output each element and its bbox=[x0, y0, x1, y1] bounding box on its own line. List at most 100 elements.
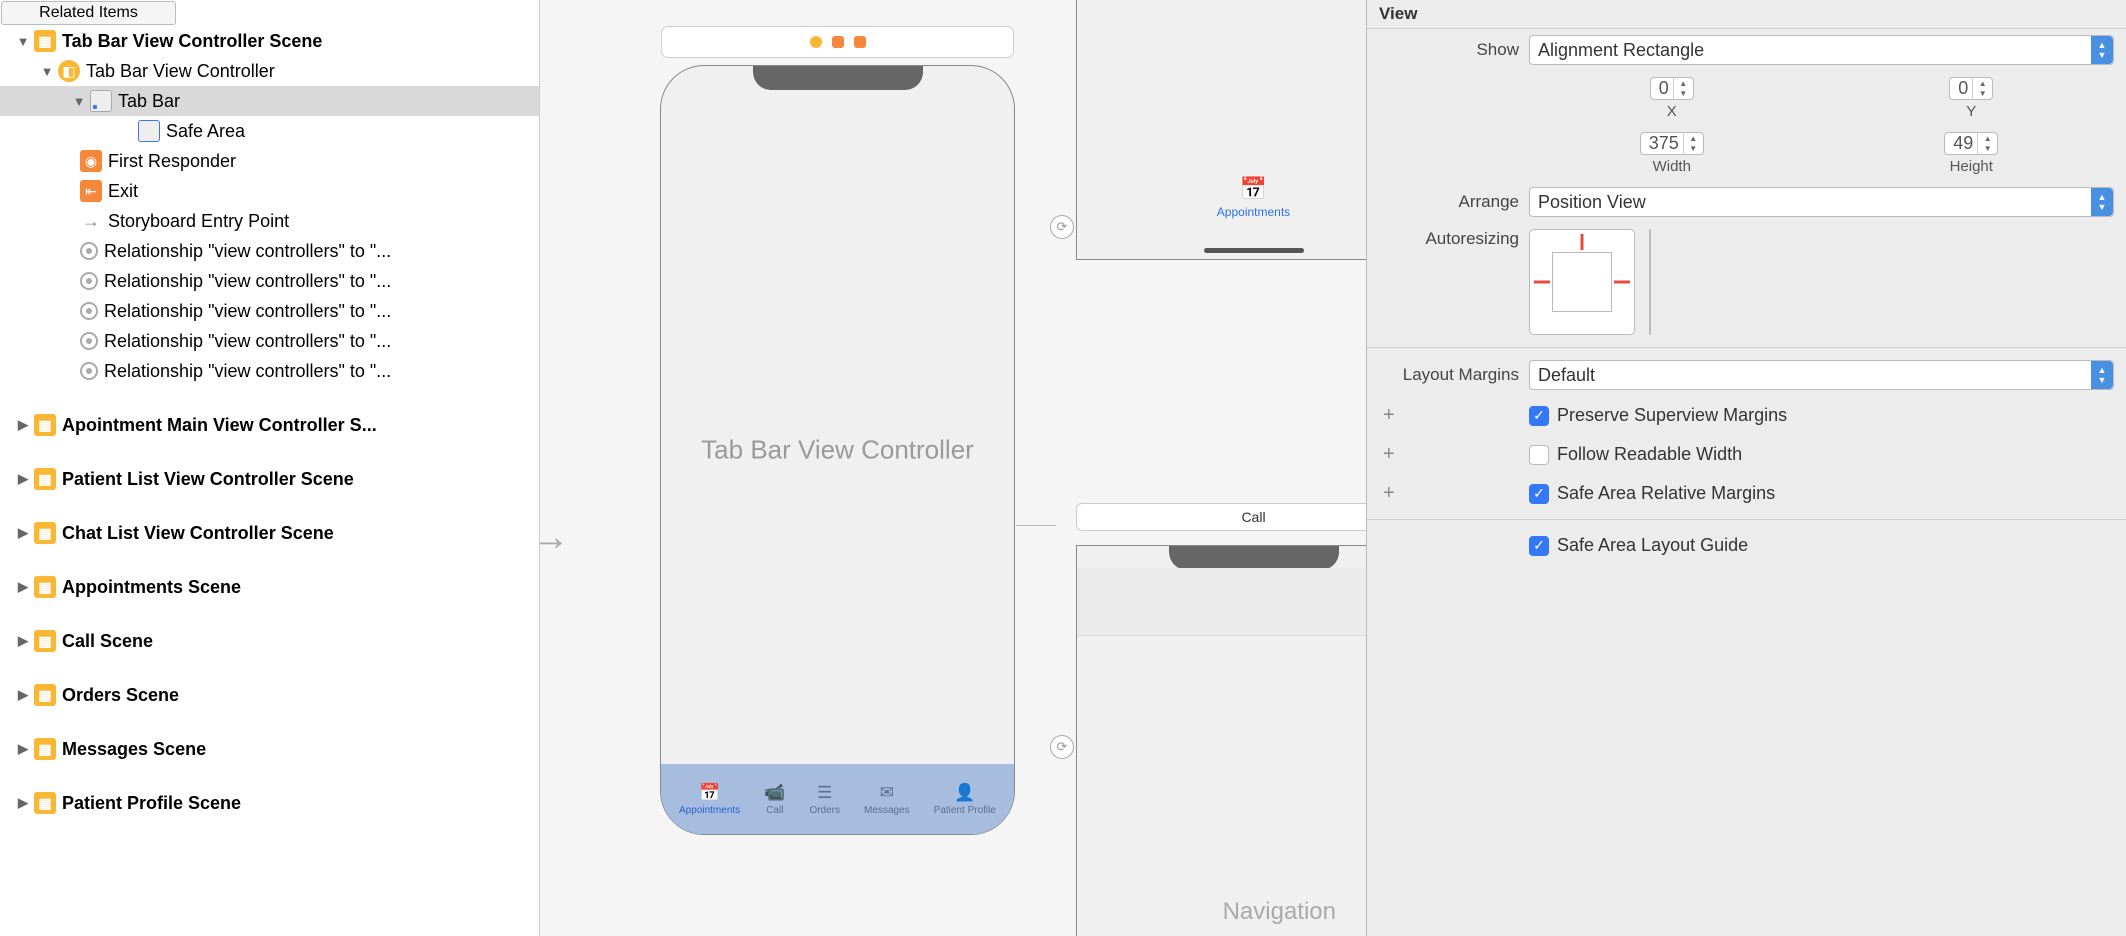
x-field[interactable]: 0▲▼ bbox=[1650, 77, 1694, 100]
preserve-margins-label: Preserve Superview Margins bbox=[1557, 405, 1787, 426]
show-select[interactable]: Alignment Rectangle bbox=[1529, 35, 2114, 65]
stepper-icon[interactable]: ▲▼ bbox=[1977, 133, 1997, 154]
call-scene-header[interactable]: Call bbox=[1076, 503, 1366, 531]
outline-row[interactable]: Safe Area bbox=[0, 116, 539, 146]
outline-row[interactable]: ▦Chat List View Controller Scene bbox=[0, 518, 539, 548]
storyboard-scene-icon: ▦ bbox=[34, 792, 56, 814]
outline-row[interactable]: Relationship "view controllers" to "... bbox=[0, 326, 539, 356]
height-field[interactable]: 49▲▼ bbox=[1944, 132, 1998, 155]
outline-item-label: Call Scene bbox=[62, 631, 153, 652]
safearea-relative-label: Safe Area Relative Margins bbox=[1557, 483, 1775, 504]
call-scene-frame[interactable] bbox=[1076, 545, 1366, 936]
size-inspector: View Show Alignment Rectangle 0▲▼ X 0▲▼ … bbox=[1366, 0, 2126, 936]
storyboard-canvas[interactable]: → Tab Bar View Controller 📅 Appointments 📹… bbox=[540, 0, 1366, 936]
storyboard-scene-icon: ▦ bbox=[34, 414, 56, 436]
width-label: Width bbox=[1653, 158, 1691, 175]
autoresizing-label: Autoresizing bbox=[1379, 229, 1519, 249]
outline-row[interactable]: ▦Patient List View Controller Scene bbox=[0, 464, 539, 494]
outline-row[interactable]: ▦Appointments Scene bbox=[0, 572, 539, 602]
entry-point-arrow-icon: → bbox=[540, 515, 570, 560]
disclosure-triangle-icon[interactable] bbox=[16, 580, 30, 594]
tab-bar-item[interactable]: 📅 Appointments bbox=[679, 783, 740, 816]
readable-width-checkbox[interactable] bbox=[1529, 445, 1549, 465]
disclosure-triangle-icon[interactable] bbox=[40, 64, 54, 78]
tab-bar-item[interactable]: 📹Call bbox=[764, 783, 785, 816]
y-label: Y bbox=[1966, 103, 1976, 120]
document-outline-panel: Related Items ▦Tab Bar View Controller S… bbox=[0, 0, 540, 936]
add-variation-button[interactable]: + bbox=[1379, 404, 1519, 427]
segue-indicator[interactable]: ⟳ bbox=[1050, 215, 1074, 239]
outline-row[interactable]: ▦Patient Profile Scene bbox=[0, 788, 539, 818]
tab-bar-item[interactable]: 👤Patient Profile bbox=[934, 783, 996, 816]
outline-row[interactable]: Relationship "view controllers" to "... bbox=[0, 236, 539, 266]
tab-label: Appointments bbox=[679, 805, 740, 816]
exit-icon bbox=[854, 36, 866, 48]
relationship-segue-icon bbox=[80, 332, 98, 350]
disclosure-triangle-icon[interactable] bbox=[16, 472, 30, 486]
stepper-icon[interactable]: ▲▼ bbox=[1972, 78, 1992, 99]
tab-bar[interactable]: 📅 Appointments 📹Call ☰Orders ✉Messages 👤Patie… bbox=[661, 764, 1014, 834]
outline-row[interactable]: ▦Apointment Main View Controller S... bbox=[0, 410, 539, 440]
outline-item-label: Relationship "view controllers" to "... bbox=[104, 361, 391, 382]
outline-item-label: Messages Scene bbox=[62, 739, 206, 760]
outline-row[interactable]: ▦Orders Scene bbox=[0, 680, 539, 710]
disclosure-triangle-icon[interactable] bbox=[16, 688, 30, 702]
disclosure-triangle-icon[interactable] bbox=[16, 796, 30, 810]
outline-tree[interactable]: ▦Tab Bar View Controller Scene◧Tab Bar V… bbox=[0, 26, 539, 936]
disclosure-triangle-icon[interactable] bbox=[16, 634, 30, 648]
related-items-button[interactable]: Related Items bbox=[1, 1, 176, 25]
autoresizing-preview bbox=[1649, 229, 1651, 335]
safe-area-icon bbox=[138, 120, 160, 142]
strut-right[interactable] bbox=[1614, 281, 1630, 284]
tab-bar-vc-frame[interactable]: Tab Bar View Controller 📅 Appointments 📹Ca… bbox=[660, 65, 1015, 835]
tab-icon: 📹 bbox=[764, 783, 785, 803]
outline-item-label: Tab Bar View Controller Scene bbox=[62, 31, 322, 52]
stepper-icon[interactable]: ▲▼ bbox=[1683, 133, 1703, 154]
tab-icon: 📅 bbox=[699, 783, 720, 803]
select-arrows-icon bbox=[2091, 36, 2113, 64]
disclosure-triangle-icon[interactable] bbox=[16, 34, 30, 48]
disclosure-triangle-icon[interactable] bbox=[72, 94, 86, 108]
outline-item-label: Tab Bar bbox=[118, 91, 180, 112]
appointments-scene-frame[interactable]: 📅 Appointments bbox=[1076, 0, 1366, 260]
width-field[interactable]: 375▲▼ bbox=[1640, 132, 1704, 155]
y-field[interactable]: 0▲▼ bbox=[1949, 77, 1993, 100]
arrange-select[interactable]: Position View bbox=[1529, 187, 2114, 217]
strut-top[interactable] bbox=[1581, 234, 1584, 250]
outline-row[interactable]: Tab Bar bbox=[0, 86, 539, 116]
disclosure-triangle-icon[interactable] bbox=[16, 742, 30, 756]
safearea-guide-checkbox[interactable] bbox=[1529, 536, 1549, 556]
inspector-section-title: View bbox=[1367, 0, 2126, 29]
outline-row[interactable]: ◧Tab Bar View Controller bbox=[0, 56, 539, 86]
appointments-tab-item[interactable]: 📅 Appointments bbox=[1077, 176, 1366, 219]
outline-row[interactable]: ◉First Responder bbox=[0, 146, 539, 176]
preserve-margins-checkbox[interactable] bbox=[1529, 406, 1549, 426]
strut-left[interactable] bbox=[1534, 281, 1550, 284]
vc-placeholder-label: Tab Bar View Controller bbox=[661, 435, 1014, 466]
outline-row[interactable]: Relationship "view controllers" to "... bbox=[0, 356, 539, 386]
home-indicator bbox=[1204, 248, 1304, 253]
outline-row[interactable]: ▦Messages Scene bbox=[0, 734, 539, 764]
add-variation-button[interactable]: + bbox=[1379, 443, 1519, 466]
segue-indicator[interactable]: ⟳ bbox=[1050, 735, 1074, 759]
safearea-relative-checkbox[interactable] bbox=[1529, 484, 1549, 504]
disclosure-triangle-icon[interactable] bbox=[16, 418, 30, 432]
outline-row[interactable]: ▦Tab Bar View Controller Scene bbox=[0, 26, 539, 56]
tab-bar-item[interactable]: ✉Messages bbox=[864, 783, 910, 816]
relationship-segue-icon bbox=[80, 362, 98, 380]
entry-point-icon: → bbox=[80, 210, 102, 232]
outline-row[interactable]: Relationship "view controllers" to "... bbox=[0, 296, 539, 326]
layout-margins-select[interactable]: Default bbox=[1529, 360, 2114, 390]
stepper-icon[interactable]: ▲▼ bbox=[1673, 78, 1693, 99]
outline-row[interactable]: →Storyboard Entry Point bbox=[0, 206, 539, 236]
outline-row[interactable]: ▦Call Scene bbox=[0, 626, 539, 656]
outline-row[interactable]: ⇤Exit bbox=[0, 176, 539, 206]
add-variation-button[interactable]: + bbox=[1379, 482, 1519, 505]
scene-title-bar[interactable] bbox=[661, 26, 1014, 58]
disclosure-triangle-icon[interactable] bbox=[16, 526, 30, 540]
autoresizing-control[interactable] bbox=[1529, 229, 1635, 335]
outline-item-label: First Responder bbox=[108, 151, 236, 172]
tab-bar-item[interactable]: ☰Orders bbox=[809, 783, 840, 816]
responder-icon bbox=[832, 36, 844, 48]
outline-row[interactable]: Relationship "view controllers" to "... bbox=[0, 266, 539, 296]
